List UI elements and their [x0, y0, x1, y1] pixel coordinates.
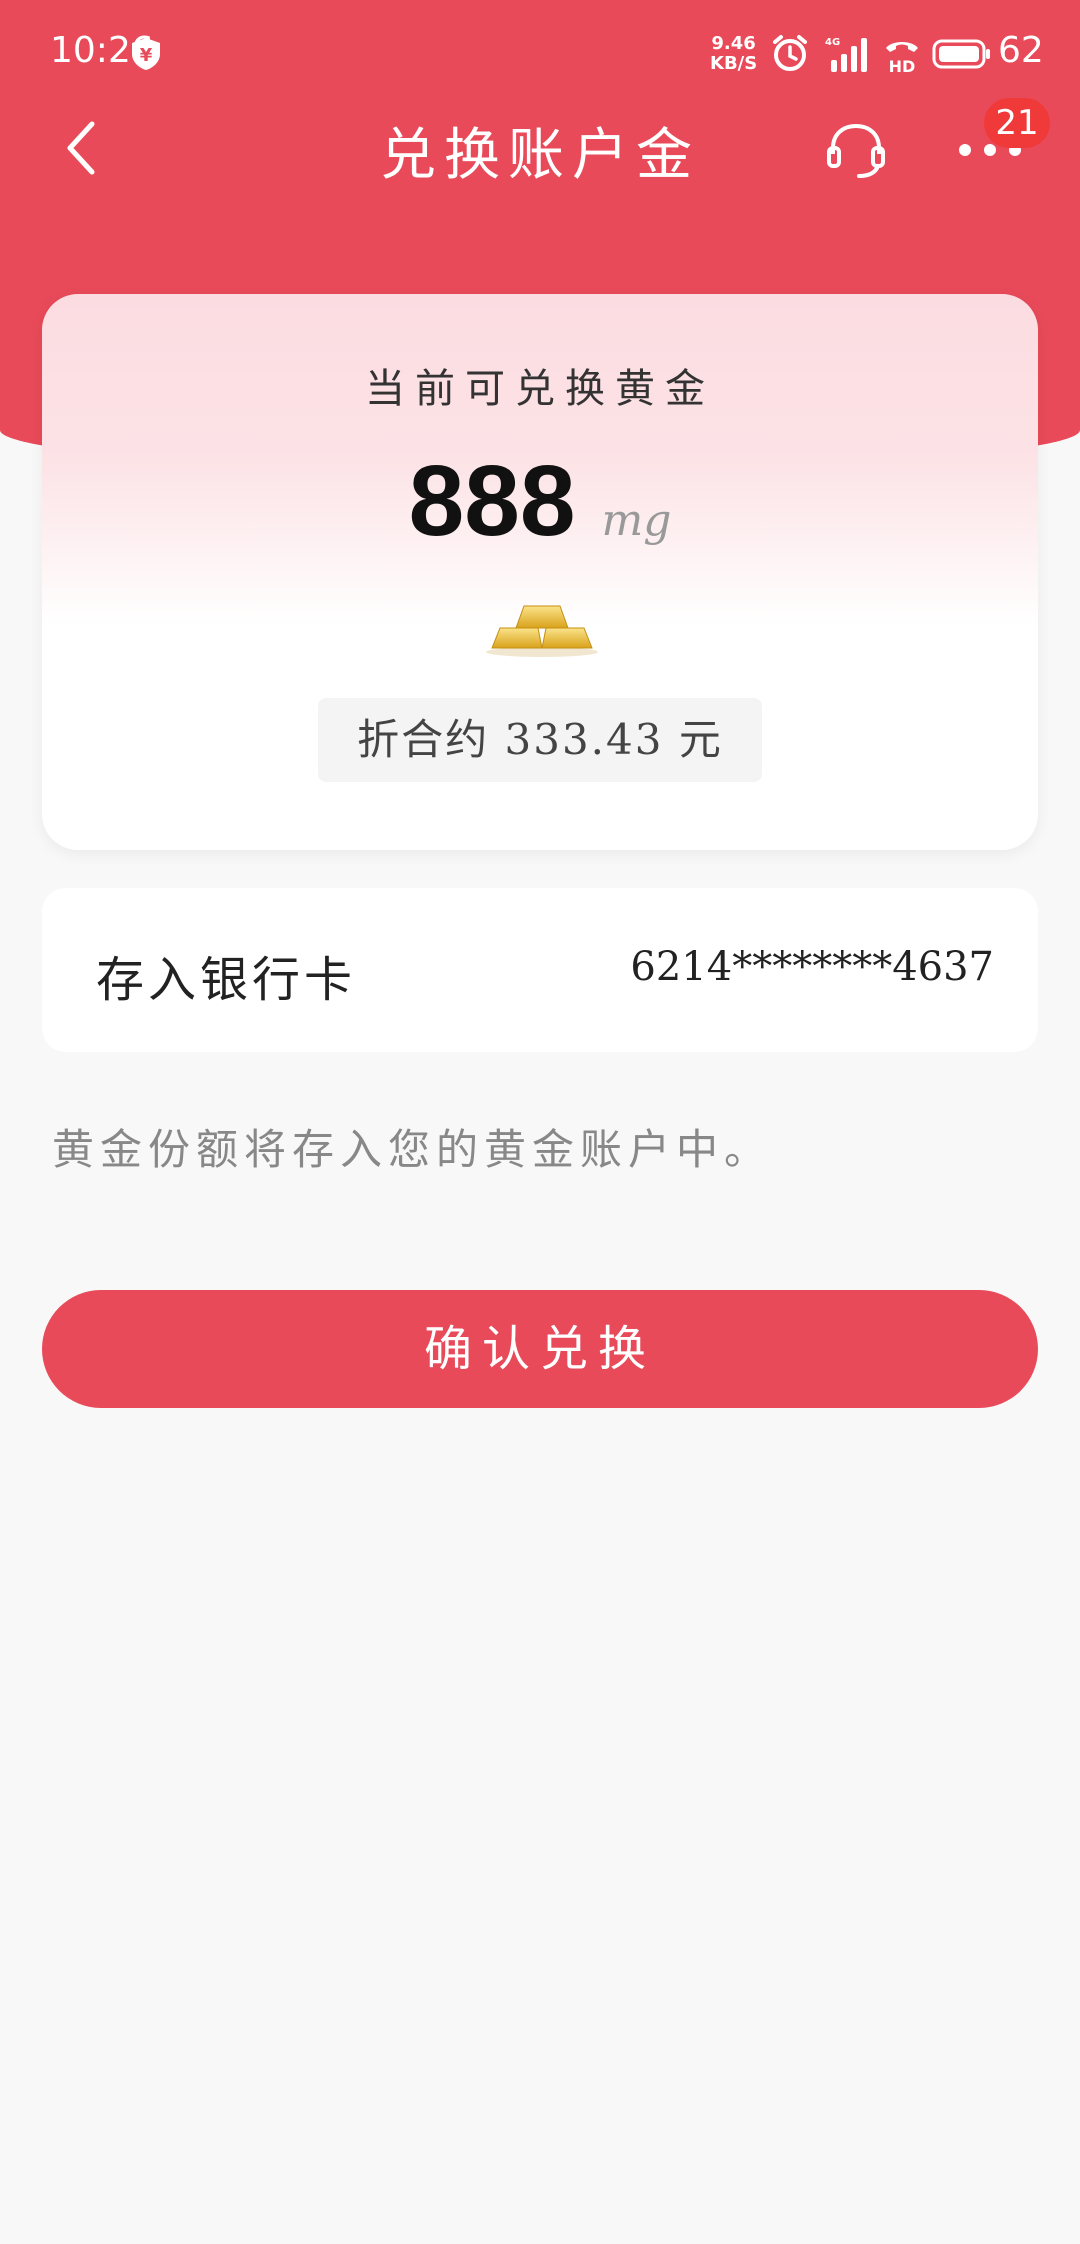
wallet-shield-icon: ¥	[132, 38, 160, 70]
bank-card-number: 6214********4637	[630, 944, 994, 990]
svg-text:HD: HD	[889, 57, 916, 74]
svg-text:¥: ¥	[140, 45, 153, 66]
gold-card-title: 当前可兑换黄金	[365, 366, 715, 412]
battery-icon	[932, 39, 990, 69]
svg-text:4G: 4G	[825, 37, 840, 48]
gold-amount-row: 888 mg	[42, 444, 1038, 559]
confirm-exchange-button[interactable]: 确认兑换	[42, 1290, 1038, 1408]
hd-call-icon: HD	[886, 42, 918, 74]
status-bar: 10:26 ¥ 9.46 KB/S 4G HD 62	[0, 0, 1080, 110]
page-title: 兑换账户金	[380, 123, 700, 188]
notification-badge: 21	[984, 98, 1050, 148]
bank-card-label: 存入银行卡	[96, 952, 357, 1008]
signal-icon: 4G	[825, 37, 867, 72]
gold-bars-icon	[486, 605, 598, 657]
network-speed: 9.46 KB/S	[710, 33, 758, 74]
customer-service-headset-icon[interactable]	[825, 118, 887, 180]
gold-unit: mg	[601, 495, 672, 546]
gold-balance-card: 当前可兑换黄金 888 mg 折合约 333.43 元	[42, 294, 1038, 850]
deposit-note: 黄金份额将存入您的黄金账户中。	[52, 1125, 773, 1174]
approx-value: 折合约 333.43 元	[318, 698, 762, 782]
bank-card-selector[interactable]: 存入银行卡 6214********4637	[42, 888, 1038, 1052]
battery-percent: 62	[998, 30, 1044, 71]
alarm-icon	[773, 35, 807, 71]
gold-amount: 888	[408, 445, 576, 557]
